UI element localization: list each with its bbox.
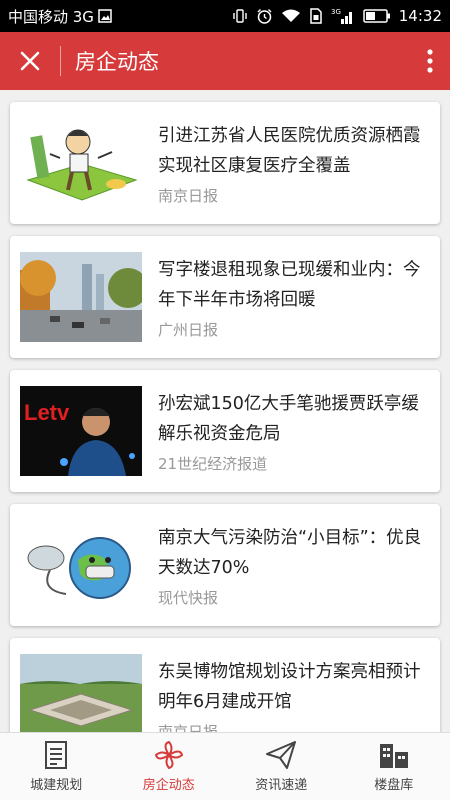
article-thumbnail: Letv: [20, 386, 142, 476]
clock: 14:32: [398, 7, 442, 25]
wifi-icon: [281, 8, 301, 24]
article-card[interactable]: 引进江苏省人民医院优质资源栖霞实现社区康复医疗全覆盖 南京日报: [10, 102, 440, 224]
article-source: 南京日报: [158, 186, 219, 205]
tab-property-library[interactable]: 楼盘库: [338, 733, 450, 800]
more-vert-icon: [427, 49, 433, 73]
article-source: 广州日报: [158, 320, 219, 339]
article-list[interactable]: 引进江苏省人民医院优质资源栖霞实现社区康复医疗全覆盖 南京日报 写字楼退租现象已…: [0, 90, 450, 732]
carrier-label: 中国移动 3G: [8, 7, 94, 26]
article-headline: 引进江苏省人民医院优质资源栖霞实现社区康复医疗全覆盖: [158, 125, 421, 176]
alarm-icon: [256, 8, 273, 25]
app-bar-divider: [60, 46, 61, 76]
carrier-group: 中国移动 3G: [8, 6, 112, 27]
tab-label: 资讯速递: [255, 778, 308, 793]
battery-icon: [363, 9, 391, 23]
app-bar: 房企动态: [0, 32, 450, 90]
sim-icon: [309, 8, 323, 24]
tab-label: 房企动态: [142, 778, 195, 793]
close-button[interactable]: [0, 32, 60, 90]
tab-label: 楼盘库: [374, 778, 414, 793]
article-card[interactable]: Letv 孙宏斌150亿大手笔驰援贾跃亭缓解乐视资金危局 21世纪经济报道: [10, 370, 440, 492]
article-card[interactable]: 写字楼退租现象已现缓和业内：今年下半年市场将回暖 广州日报: [10, 236, 440, 358]
article-headline: 孙宏斌150亿大手笔驰援贾跃亭缓解乐视资金危局: [158, 393, 419, 444]
paper-plane-icon: [266, 741, 297, 769]
article-source: 现代快报: [158, 588, 219, 607]
page-title: 房企动态: [75, 50, 159, 74]
tab-label: 城建规划: [30, 778, 83, 793]
letv-logo-text: Letv: [24, 400, 70, 425]
article-card[interactable]: 南京大气污染防治“小目标”：优良天数达70% 现代快报: [10, 504, 440, 626]
article-headline: 南京大气污染防治“小目标”：优良天数达70%: [158, 527, 422, 578]
image-icon: [98, 9, 112, 23]
buildings-icon: [379, 744, 408, 768]
bottom-tab-bar: 城建规划 房企动态 资讯速递 楼盘库: [0, 732, 450, 800]
tab-urban-planning[interactable]: 城建规划: [0, 733, 113, 800]
pinwheel-icon: [154, 740, 183, 770]
article-source: 南京日报: [158, 722, 219, 733]
article-source: 21世纪经济报道: [158, 454, 268, 473]
article-headline: 东吴博物馆规划设计方案亮相预计明年6月建成开馆: [158, 661, 421, 712]
document-icon: [45, 741, 68, 769]
article-thumbnail: [20, 654, 142, 732]
article-thumbnail: [20, 118, 142, 208]
tab-news-express[interactable]: 资讯速递: [225, 733, 338, 800]
status-bar: 中国移动 3G 3G 14:32: [0, 0, 450, 32]
article-thumbnail: [20, 520, 142, 610]
vibrate-icon: [232, 8, 248, 24]
signal-icon: 3G: [331, 7, 355, 25]
close-icon: [20, 51, 40, 71]
network-type-label: 3G: [331, 8, 341, 16]
article-headline: 写字楼退租现象已现缓和业内：今年下半年市场将回暖: [158, 259, 421, 310]
tab-real-estate-news[interactable]: 房企动态: [113, 733, 226, 800]
article-card[interactable]: 东吴博物馆规划设计方案亮相预计明年6月建成开馆 南京日报: [10, 638, 440, 732]
more-options-button[interactable]: [410, 32, 450, 90]
article-thumbnail: [20, 252, 142, 342]
